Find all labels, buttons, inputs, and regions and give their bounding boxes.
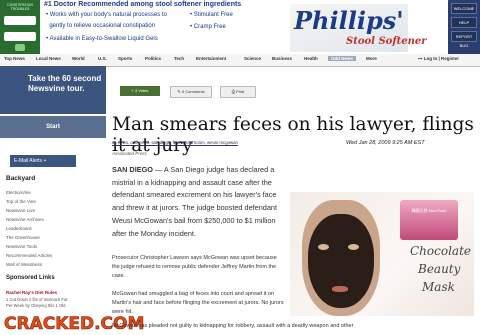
login-register-link[interactable]: ⊶ Log In | Register [418,56,459,62]
nav-business[interactable]: Business [272,56,292,61]
ad-side-caption: CONSTIPATION TROUBLES [7,3,33,11]
email-alerts-button[interactable]: E-Mail Alerts + [10,155,76,167]
photo-caption-line: Chocolate [410,244,471,258]
photo-eye [318,244,329,250]
nav-top-news[interactable]: Top News [4,56,25,61]
nav-politics[interactable]: Politics [145,56,161,61]
comments-button[interactable]: ✎ 6 Comments [170,86,212,98]
photo-product [400,200,458,240]
print-button[interactable]: ⎙ Print [220,86,256,98]
sidebar-link[interactable]: The Greenhouse [6,235,40,240]
sponsored-text: Per Week by Obeying this 1 Old [6,303,66,308]
votes-button[interactable]: + 3 Votes [120,86,160,96]
sidebar-link[interactable]: Leaderboard [6,226,32,231]
nav-us[interactable]: U.S. [98,56,107,61]
sidebar-link[interactable]: Wall of Weirdness [6,262,42,267]
article-tags[interactable]: us-news, odd-news, san-diego, feces, cou… [112,140,238,145]
article-paragraph: Prosecutor Christopher Lawson says McGow… [112,255,277,279]
photo-mask [308,214,374,308]
ad-headline: #1 Doctor Recommended among stool soften… [44,1,242,8]
ad-side-button-1[interactable] [4,16,36,25]
sidebar-link[interactable]: Recommended Articles [6,253,52,258]
ad-bullet: • Works with your body's natural process… [46,12,167,18]
photo-caption-line: Mask [422,280,455,294]
ad-bullet: • Stimulant Free [190,12,233,18]
article-paragraph: SAN DIEGO — A San Diego judge has declar… [112,165,277,238]
ad-brand-name: Phillips' [294,6,404,35]
nav-science[interactable]: Science [244,56,261,61]
nav-entertainment[interactable]: Entertainment [196,56,226,61]
ad-bullet: • Cramp Free [190,24,226,30]
backyard-heading: Backyard [6,175,36,182]
sidebar-link[interactable]: Newsvine Tools [6,244,37,249]
sidebar-link[interactable]: ElectionVine [6,190,31,195]
ad-bullet: • Available in Easy-to-Swallow Liquid Ge… [46,36,158,42]
article-headline: Man smears feces on his lawyer, flings i… [112,114,474,156]
article-city: SAN DIEGO [112,165,153,174]
ad-side-indicator [15,44,25,51]
article-paragraph: McGowan had smuggled a bag of feces into… [112,291,284,315]
photo-product-label: 韓國天然 Mud Pack [411,208,447,213]
ad-side-button-2[interactable] [4,32,36,41]
report-bug-button[interactable]: REPORT BUG [451,31,477,48]
photo-eye [348,244,359,250]
photo-caption-line: Beauty [418,262,461,276]
nav-health[interactable]: Health [304,56,318,61]
sponsored-links-heading: Sponsored Links [6,275,55,281]
photo-mouth [332,286,348,292]
sponsored-link[interactable]: Rachel Ray's Diet Rules [6,290,57,295]
nav-sports[interactable]: Sports [118,56,132,61]
sponsored-text: 1 Cut Down 2 lbs of Stomach Fat [6,297,68,302]
nav-world[interactable]: World [72,56,85,61]
tour-start-button[interactable]: Start [0,116,106,138]
nav-local-news[interactable]: Local News [36,56,61,61]
article-dateline: Wed Jan 28, 2009 9:25 AM EST [346,140,425,146]
sidebar-link[interactable]: Top of the Vine [6,199,36,204]
ad-right-panel: WELCOME HELP REPORT BUG [448,0,480,54]
ad-product-name: Stool Softener [346,36,427,47]
nav-more[interactable]: More [366,56,377,61]
ad-bullet: gently to relieve occasional constipatio… [49,23,156,29]
help-button[interactable]: HELP [451,17,477,28]
article-source[interactable]: Associated Press [112,151,147,156]
nav-odd-news[interactable]: Odd News [328,56,357,61]
welcome-button[interactable]: WELCOME [451,3,477,14]
tour-promo: Take the 60 second Newsvine tour. [0,66,106,114]
nav-tech[interactable]: Tech [174,56,184,61]
sidebar-link[interactable]: Newsvine Archives [6,217,44,222]
ad-side-panel[interactable]: CONSTIPATION TROUBLES [0,0,40,54]
article-paragraph: McGowan has pleaded not guilty to kidnap… [112,323,354,329]
sidebar-link[interactable]: Newsvine Live [6,208,35,213]
